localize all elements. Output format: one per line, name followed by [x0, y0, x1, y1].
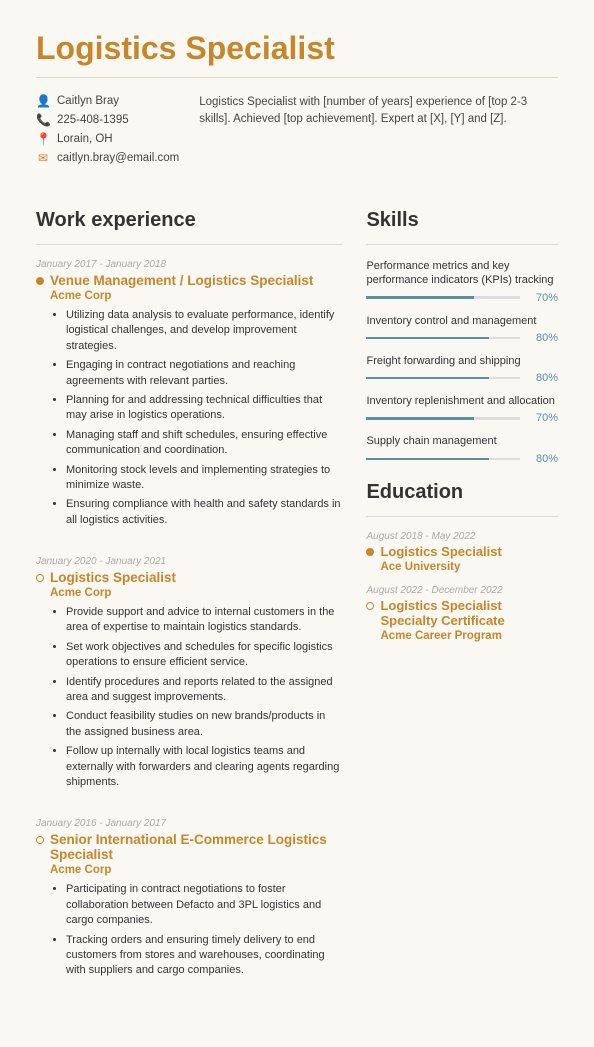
- skill-pct-4: 80%: [528, 453, 558, 465]
- bullet-1-2: Planning for and addressing technical di…: [66, 393, 342, 424]
- skill-bar-bg-2: [366, 377, 520, 380]
- bullet-2-2: Identify procedures and reports related …: [66, 675, 342, 706]
- right-column: Skills Performance metrics and key perfo…: [366, 201, 558, 1007]
- job-bullets-1: Utilizing data analysis to evaluate perf…: [50, 308, 342, 528]
- contact-name: 👤 Caitlyn Bray: [36, 94, 179, 108]
- contact-email: ✉ caitlyn.bray@email.com: [36, 151, 179, 165]
- skill-label-0: Performance metrics and key performance …: [366, 259, 558, 288]
- job-date-2: January 2020 - January 2021: [36, 556, 342, 567]
- job-title-2: Logistics Specialist: [50, 570, 342, 585]
- bullet-2-0: Provide support and advice to internal c…: [66, 605, 342, 636]
- bullet-1-0: Utilizing data analysis to evaluate perf…: [66, 308, 342, 354]
- company-2: Acme Corp: [50, 587, 342, 599]
- company-1: Acme Corp: [50, 290, 342, 302]
- work-divider: [36, 244, 342, 245]
- page-title: Logistics Specialist: [36, 30, 558, 67]
- job-bullets-3: Participating in contract negotiations t…: [50, 882, 342, 978]
- job-entry-1: January 2017 - January 2018 Venue Manage…: [36, 259, 342, 542]
- work-experience-title: Work experience: [36, 209, 342, 232]
- bullet-3-0: Participating in contract negotiations t…: [66, 882, 342, 928]
- title-divider: [36, 77, 558, 78]
- skill-item-4: Supply chain management 80%: [366, 434, 558, 464]
- phone-icon: 📞: [36, 113, 50, 127]
- edu-divider: [366, 516, 558, 517]
- edu-entry-0: August 2018 - May 2022 Logistics Special…: [366, 531, 558, 573]
- skill-label-4: Supply chain management: [366, 434, 558, 448]
- education-section: Education August 2018 - May 2022 Logisti…: [366, 481, 558, 642]
- company-3: Acme Corp: [50, 864, 342, 876]
- bullet-1-1: Engaging in contract negotiations and re…: [66, 358, 342, 389]
- skill-label-3: Inventory replenishment and allocation: [366, 394, 558, 408]
- bullet-2-1: Set work objectives and schedules for sp…: [66, 640, 342, 671]
- skill-label-2: Freight forwarding and shipping: [366, 354, 558, 368]
- job-dot-2: [36, 574, 44, 582]
- skill-bar-bg-0: [366, 296, 520, 299]
- skill-pct-1: 80%: [528, 332, 558, 344]
- skill-pct-0: 70%: [528, 292, 558, 304]
- skill-pct-2: 80%: [528, 372, 558, 384]
- skill-bar-bg-4: [366, 458, 520, 461]
- skill-bar-fill-2: [366, 377, 489, 380]
- edu-entry-1: August 2022 - December 2022 Logistics Sp…: [366, 585, 558, 642]
- skills-divider: [366, 244, 558, 245]
- email-icon: ✉: [36, 151, 50, 165]
- skill-item-0: Performance metrics and key performance …: [366, 259, 558, 304]
- edu-date-0: August 2018 - May 2022: [366, 531, 558, 542]
- job-bullets-2: Provide support and advice to internal c…: [50, 605, 342, 790]
- job-entry-2: January 2020 - January 2021 Logistics Sp…: [36, 556, 342, 804]
- skill-item-3: Inventory replenishment and allocation 7…: [366, 394, 558, 424]
- job-date-1: January 2017 - January 2018: [36, 259, 342, 270]
- education-list: August 2018 - May 2022 Logistics Special…: [366, 531, 558, 642]
- skill-bar-fill-1: [366, 337, 489, 340]
- bullet-2-3: Conduct feasibility studies on new brand…: [66, 709, 342, 740]
- job-entry-3: January 2016 - January 2017 Senior Inter…: [36, 818, 342, 992]
- contact-location: 📍 Lorain, OH: [36, 132, 179, 146]
- location-icon: 📍: [36, 132, 50, 146]
- edu-date-1: August 2022 - December 2022: [366, 585, 558, 596]
- contact-section: 👤 Caitlyn Bray 📞 225-408-1395 📍 Lorain, …: [36, 94, 179, 165]
- bullet-1-4: Monitoring stock levels and implementing…: [66, 463, 342, 494]
- job-dot-1: [36, 277, 44, 285]
- bullet-2-4: Follow up internally with local logistic…: [66, 744, 342, 790]
- bullet-1-3: Managing staff and shift schedules, ensu…: [66, 428, 342, 459]
- edu-institution-1: Acme Career Program: [380, 630, 558, 642]
- edu-institution-0: Ace University: [380, 561, 501, 573]
- skill-bar-fill-3: [366, 417, 473, 420]
- edu-dot-1: [366, 602, 374, 610]
- skill-item-1: Inventory control and management 80%: [366, 314, 558, 344]
- skill-bar-bg-1: [366, 337, 520, 340]
- summary-section: Logistics Specialist with [number of yea…: [199, 94, 558, 181]
- contact-phone: 📞 225-408-1395: [36, 113, 179, 127]
- left-column: Work experience January 2017 - January 2…: [36, 201, 342, 1007]
- edu-dot-0: [366, 548, 374, 556]
- bullet-1-5: Ensuring compliance with health and safe…: [66, 497, 342, 528]
- skills-list: Performance metrics and key performance …: [366, 259, 558, 465]
- job-title-1: Venue Management / Logistics Specialist: [50, 273, 342, 288]
- skill-label-1: Inventory control and management: [366, 314, 558, 328]
- job-date-3: January 2016 - January 2017: [36, 818, 342, 829]
- skill-bar-bg-3: [366, 417, 520, 420]
- skill-item-2: Freight forwarding and shipping 80%: [366, 354, 558, 384]
- education-title: Education: [366, 481, 558, 504]
- main-content: Work experience January 2017 - January 2…: [36, 201, 558, 1007]
- bullet-3-1: Tracking orders and ensuring timely deli…: [66, 933, 342, 979]
- edu-title-0: Logistics Specialist: [380, 544, 501, 559]
- skill-bar-fill-4: [366, 458, 489, 461]
- person-icon: 👤: [36, 94, 50, 108]
- skills-title: Skills: [366, 209, 558, 232]
- edu-title-1: Logistics Specialist Specialty Certifica…: [380, 598, 558, 628]
- skill-bar-fill-0: [366, 296, 473, 299]
- job-title-3: Senior International E-Commerce Logistic…: [50, 832, 342, 862]
- skill-pct-3: 70%: [528, 412, 558, 424]
